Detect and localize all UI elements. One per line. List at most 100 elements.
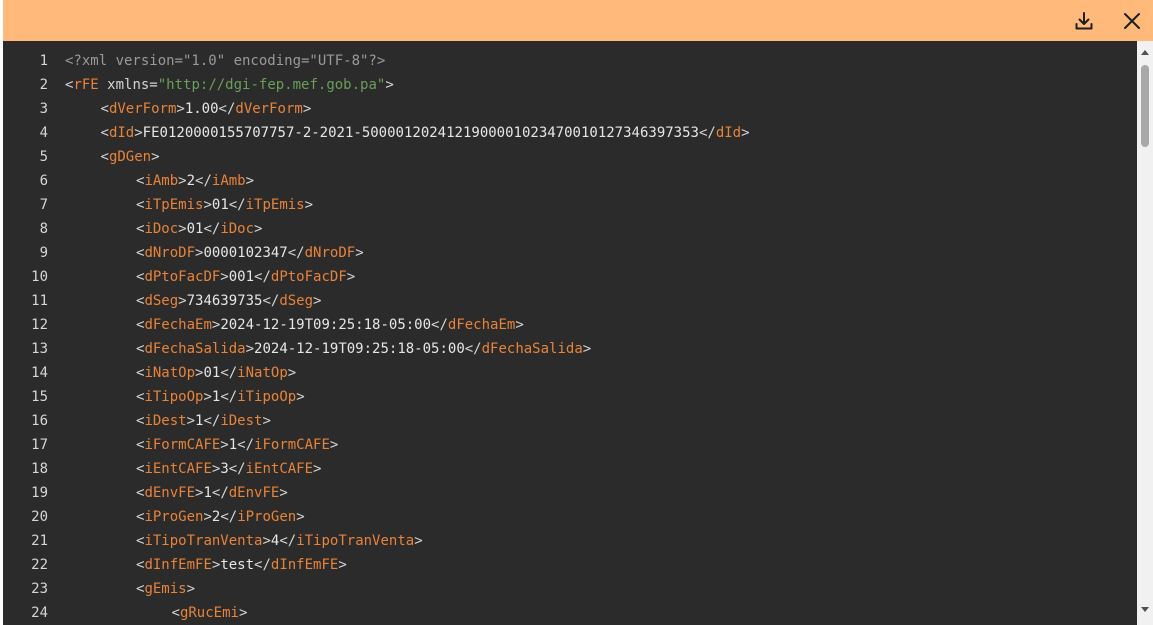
token-br: > xyxy=(313,293,322,309)
token-br: > xyxy=(346,269,356,285)
token-tag: iTpEmis xyxy=(144,197,204,213)
token-br: > xyxy=(414,533,423,549)
close-button[interactable] xyxy=(1120,9,1144,33)
token-tag: iDest xyxy=(144,413,187,429)
token-br: > xyxy=(178,221,187,237)
code-text: <dVerForm>1.00</dVerForm> xyxy=(101,97,312,121)
code-text: <iEntCAFE>3</iEntCAFE> xyxy=(136,457,321,481)
code-text: <iDoc>01</iDoc> xyxy=(136,217,262,241)
token-txt: 3 xyxy=(220,461,229,477)
token-br: </ xyxy=(220,509,238,525)
token-br: > xyxy=(262,413,271,429)
token-tag: dPtoFacDF xyxy=(270,269,347,285)
token-val: "http://dgi-fep.mef.gob.pa" xyxy=(157,77,386,93)
token-txt: 1 xyxy=(228,437,238,453)
code-text: <dFechaSalida>2024-12-19T09:25:18-05:00<… xyxy=(136,337,591,361)
line-number: 21 xyxy=(31,533,48,549)
close-icon xyxy=(1124,13,1140,29)
token-txt: 1 xyxy=(203,485,212,501)
token-txt: 01 xyxy=(211,197,229,213)
token-br: </ xyxy=(220,365,238,381)
token-tag: dInfEmFE xyxy=(144,557,212,573)
token-br: </ xyxy=(228,197,246,213)
code-text: <gRucEmi> xyxy=(172,601,248,625)
token-tag: dNroDF xyxy=(144,245,196,261)
token-br: </ xyxy=(195,173,212,189)
code-text: <iFormCAFE>1</iFormCAFE> xyxy=(136,433,338,457)
line-number: 3 xyxy=(39,101,48,117)
token-br: > xyxy=(741,125,750,141)
token-tag: iProGen xyxy=(144,509,204,525)
code-text: <dInfEmFE>test</dInfEmFE> xyxy=(136,553,347,577)
token-br: </ xyxy=(287,245,305,261)
token-tag: gDGen xyxy=(108,149,152,165)
scrollbar-thumb[interactable] xyxy=(1141,65,1149,147)
code-line: 22 <dInfEmFE>test</dInfEmFE> xyxy=(3,553,347,577)
line-number: 15 xyxy=(31,389,48,405)
xml-viewer-modal: 1 <?xml version="1.0" encoding="UTF-8"?> 2… xyxy=(3,0,1153,625)
token-br: > xyxy=(287,365,297,381)
code-line: 21 <iTipoTranVenta>4</iTipoTranVenta> xyxy=(3,529,423,553)
vertical-scrollbar[interactable] xyxy=(1137,41,1153,625)
line-number: 19 xyxy=(31,485,48,501)
token-br: > xyxy=(203,389,212,405)
token-tag: iTipoTranVenta xyxy=(296,533,415,549)
token-br: < xyxy=(100,149,109,165)
token-txt: 734639735 xyxy=(186,293,263,309)
line-number: 14 xyxy=(31,365,48,381)
token-br: </ xyxy=(203,221,221,237)
line-number: 11 xyxy=(31,293,48,309)
token-br: </ xyxy=(431,317,448,333)
token-tag: iAmb xyxy=(144,173,179,189)
token-tag: dId xyxy=(715,125,742,141)
token-tag: iEntCAFE xyxy=(245,461,314,477)
code-text: <dId>FE0120000155707757-2-2021-500001202… xyxy=(101,121,750,145)
token-tag: iTpEmis xyxy=(245,197,305,213)
token-br: > xyxy=(178,173,187,189)
token-tag: dInfEmFE xyxy=(270,557,339,573)
token-br: > xyxy=(385,77,394,93)
token-br: < xyxy=(100,101,109,117)
download-button[interactable] xyxy=(1072,9,1096,33)
token-br: </ xyxy=(254,557,271,573)
line-number: 13 xyxy=(31,341,48,357)
token-br: > xyxy=(355,245,364,261)
code-text: <iTipoOp>1</iTipoOp> xyxy=(136,385,305,409)
line-number: 10 xyxy=(31,269,48,285)
code-text: <iTipoTranVenta>4</iTipoTranVenta> xyxy=(136,529,423,553)
token-pi: <?xml version="1.0" encoding="UTF-8"?> xyxy=(65,53,386,69)
token-txt: 0000102347 xyxy=(203,245,288,261)
code-line: 19 <dEnvFE>1</dEnvFE> xyxy=(3,481,288,505)
token-br: </ xyxy=(220,389,238,405)
token-tag: iNatOp xyxy=(144,365,196,381)
token-tag: iNatOp xyxy=(237,365,288,381)
token-tag: gRucEmi xyxy=(179,605,239,621)
token-tag: dFechaEm xyxy=(447,317,516,333)
token-tag: dFechaSalida xyxy=(144,341,246,357)
code-text: <iAmb>2</iAmb> xyxy=(136,169,254,193)
scroll-up-arrow[interactable] xyxy=(1141,50,1149,55)
token-tag: dFechaEm xyxy=(144,317,212,333)
token-br: > xyxy=(203,197,212,213)
token-br: > xyxy=(279,485,288,501)
token-txt: 01 xyxy=(186,221,204,237)
token-br: > xyxy=(338,557,347,573)
line-number: 23 xyxy=(31,581,48,597)
code-text: <dFechaEm>2024-12-19T09:25:18-05:00</dFe… xyxy=(136,313,524,337)
token-br: > xyxy=(176,101,185,117)
token-br: > xyxy=(296,389,305,405)
line-number: 4 xyxy=(39,125,48,141)
modal-header xyxy=(3,0,1153,41)
token-tag: dFechaSalida xyxy=(481,341,583,357)
token-br: > xyxy=(254,221,263,237)
token-br: > xyxy=(302,101,312,117)
scroll-down-arrow[interactable] xyxy=(1141,607,1149,612)
token-txt: 001 xyxy=(228,269,255,285)
line-number: 20 xyxy=(31,509,48,525)
code-text: <iTpEmis>01</iTpEmis> xyxy=(136,193,313,217)
token-br: > xyxy=(313,461,322,477)
xml-code-view[interactable]: 1 <?xml version="1.0" encoding="UTF-8"?> 2… xyxy=(3,41,1137,625)
token-br: < xyxy=(171,605,180,621)
token-txt: 2024-12-19T09:25:18-05:00 xyxy=(254,341,465,357)
line-number: 1 xyxy=(39,53,48,69)
